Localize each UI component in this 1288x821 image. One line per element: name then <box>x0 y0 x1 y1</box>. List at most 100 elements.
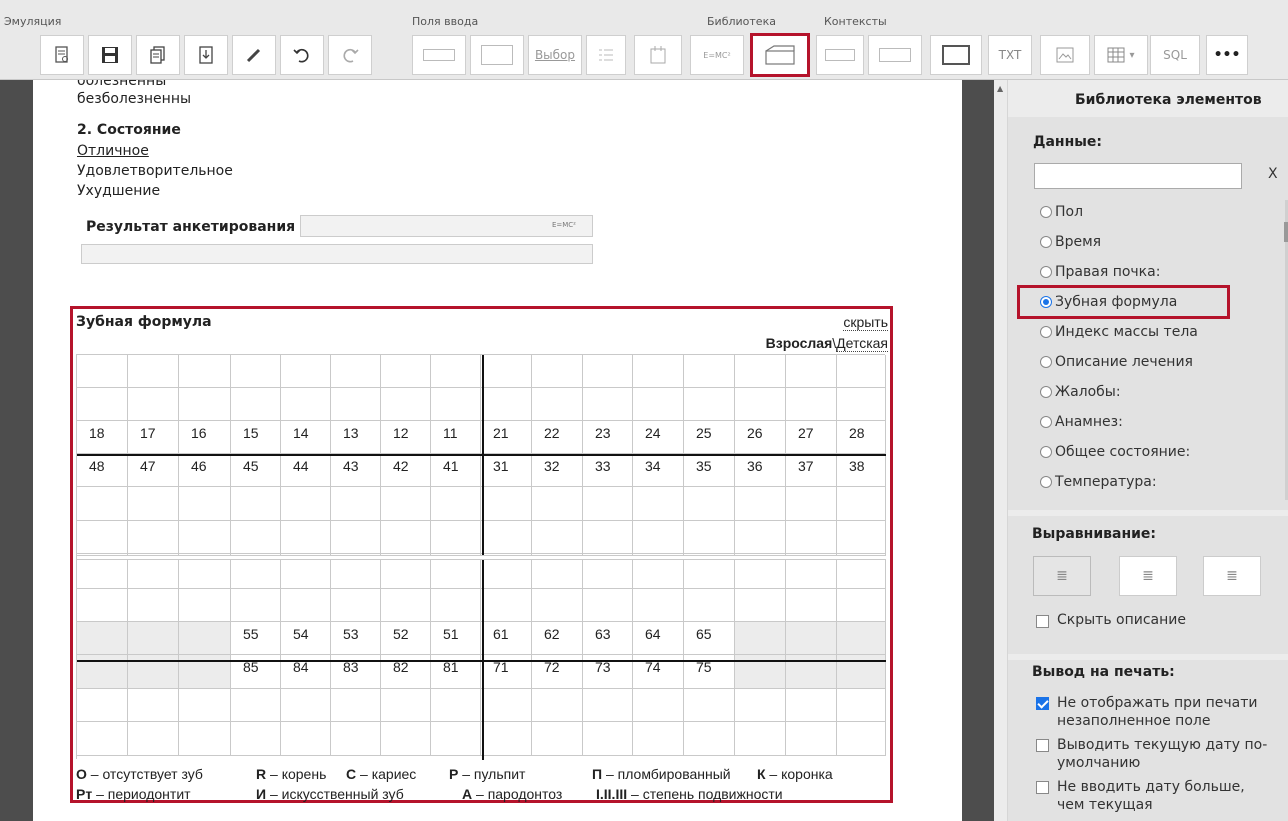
tooth-cell[interactable]: 62 <box>532 622 583 655</box>
tooth-cell[interactable] <box>735 622 786 655</box>
tooth-note-cell[interactable] <box>179 487 231 521</box>
tooth-cell[interactable]: 23 <box>583 421 633 454</box>
copy-button[interactable] <box>136 35 180 75</box>
save-button[interactable] <box>88 35 132 75</box>
tooth-note-cell[interactable] <box>583 689 633 722</box>
align-right-button[interactable]: ≣ <box>1203 556 1261 596</box>
data-item[interactable]: Время <box>1040 234 1101 250</box>
tooth-note-cell[interactable] <box>231 487 281 521</box>
mode-adult[interactable]: Взрослая <box>766 335 833 351</box>
tooth-note-cell[interactable] <box>481 355 532 388</box>
survey-result-field[interactable]: E=MC² <box>300 215 593 237</box>
tooth-cell[interactable]: 45 <box>231 454 281 487</box>
tooth-note-cell[interactable] <box>633 487 684 521</box>
hide-description-checkbox[interactable]: Скрыть описание <box>1036 612 1186 628</box>
tooth-cell[interactable]: 24 <box>633 421 684 454</box>
tooth-note-cell[interactable] <box>532 722 583 756</box>
txt-button[interactable]: TXT <box>988 35 1032 75</box>
tooth-note-cell[interactable] <box>786 487 837 521</box>
list-button[interactable] <box>586 35 626 75</box>
data-item[interactable]: Описание лечения <box>1040 354 1193 370</box>
tooth-note-cell[interactable] <box>179 521 231 554</box>
tooth-note-cell[interactable] <box>77 689 128 722</box>
tooth-note-cell[interactable] <box>381 722 431 756</box>
data-item[interactable]: Анамнез: <box>1040 414 1123 430</box>
tooth-note-cell[interactable] <box>735 722 786 756</box>
option-satisfactory[interactable]: Удовлетворительное <box>77 163 233 179</box>
tooth-cell[interactable]: 61 <box>481 622 532 655</box>
tooth-note-cell[interactable] <box>231 521 281 554</box>
tooth-note-cell[interactable] <box>281 521 331 554</box>
tooth-cell[interactable]: 43 <box>331 454 381 487</box>
text-field-button[interactable] <box>412 35 466 75</box>
tooth-note-cell[interactable] <box>837 487 886 521</box>
tooth-cell[interactable]: 51 <box>431 622 481 655</box>
more-button[interactable]: ••• <box>1206 35 1248 75</box>
tooth-note-cell[interactable] <box>281 589 331 622</box>
tooth-cell[interactable] <box>128 622 179 655</box>
tooth-note-cell[interactable] <box>837 388 886 421</box>
table-button[interactable]: ▾ <box>1094 35 1148 75</box>
tooth-note-cell[interactable] <box>431 355 481 388</box>
tooth-note-cell[interactable] <box>431 722 481 756</box>
tooth-note-cell[interactable] <box>633 521 684 554</box>
tooth-note-cell[interactable] <box>128 722 179 756</box>
tooth-cell[interactable]: 63 <box>583 622 633 655</box>
align-left-button[interactable]: ≣ <box>1033 556 1091 596</box>
tooth-note-cell[interactable] <box>231 689 281 722</box>
tooth-note-cell[interactable] <box>481 521 532 554</box>
tooth-cell[interactable]: 53 <box>331 622 381 655</box>
tooth-note-cell[interactable] <box>331 589 381 622</box>
tooth-note-cell[interactable] <box>381 521 431 554</box>
data-item[interactable]: Индекс массы тела <box>1040 324 1198 340</box>
library-element-button[interactable] <box>750 33 810 77</box>
dental-formula-block[interactable]: Зубная формула скрыть Взрослая\Детская 1… <box>70 306 893 803</box>
tooth-note-cell[interactable] <box>583 487 633 521</box>
tooth-cell[interactable] <box>837 622 886 655</box>
tooth-note-cell[interactable] <box>431 589 481 622</box>
tooth-note-cell[interactable] <box>128 388 179 421</box>
preview-button[interactable] <box>40 35 84 75</box>
tooth-note-cell[interactable] <box>481 487 532 521</box>
tooth-note-cell[interactable] <box>583 589 633 622</box>
tooth-note-cell[interactable] <box>481 589 532 622</box>
tooth-note-cell[interactable] <box>331 722 381 756</box>
tooth-note-cell[interactable] <box>179 589 231 622</box>
tooth-note-cell[interactable] <box>331 388 381 421</box>
tooth-note-cell[interactable] <box>231 388 281 421</box>
tooth-cell[interactable]: 41 <box>431 454 481 487</box>
tooth-note-cell[interactable] <box>77 521 128 554</box>
tooth-note-cell[interactable] <box>381 689 431 722</box>
redo-button[interactable] <box>328 35 372 75</box>
tooth-note-cell[interactable] <box>77 487 128 521</box>
data-item[interactable]: Пол <box>1040 204 1083 220</box>
tooth-note-cell[interactable] <box>735 589 786 622</box>
tooth-note-cell[interactable] <box>532 521 583 554</box>
tooth-note-cell[interactable] <box>128 521 179 554</box>
data-item[interactable]: Общее состояние: <box>1040 444 1190 460</box>
tooth-note-cell[interactable] <box>633 589 684 622</box>
tooth-note-cell[interactable] <box>532 388 583 421</box>
tooth-note-cell[interactable] <box>431 388 481 421</box>
tooth-note-cell[interactable] <box>735 689 786 722</box>
tooth-note-cell[interactable] <box>735 388 786 421</box>
image-button[interactable] <box>1040 35 1090 75</box>
tooth-note-cell[interactable] <box>684 355 735 388</box>
tooth-note-cell[interactable] <box>633 355 684 388</box>
tooth-cell[interactable]: 25 <box>684 421 735 454</box>
list-scroll-thumb[interactable] <box>1284 222 1288 242</box>
tooth-cell[interactable]: 22 <box>532 421 583 454</box>
tooth-note-cell[interactable] <box>633 722 684 756</box>
tooth-note-cell[interactable] <box>837 689 886 722</box>
tooth-note-cell[interactable] <box>481 722 532 756</box>
undo-button[interactable] <box>280 35 324 75</box>
tooth-note-cell[interactable] <box>583 355 633 388</box>
tooth-note-cell[interactable] <box>331 355 381 388</box>
tooth-cell[interactable]: 26 <box>735 421 786 454</box>
formula-button[interactable]: E=MC² <box>690 35 744 75</box>
tooth-note-cell[interactable] <box>231 355 281 388</box>
option-excellent[interactable]: Отличное <box>77 143 149 159</box>
tooth-cell[interactable]: 54 <box>281 622 331 655</box>
tooth-note-cell[interactable] <box>684 589 735 622</box>
data-search-input[interactable] <box>1034 163 1242 189</box>
